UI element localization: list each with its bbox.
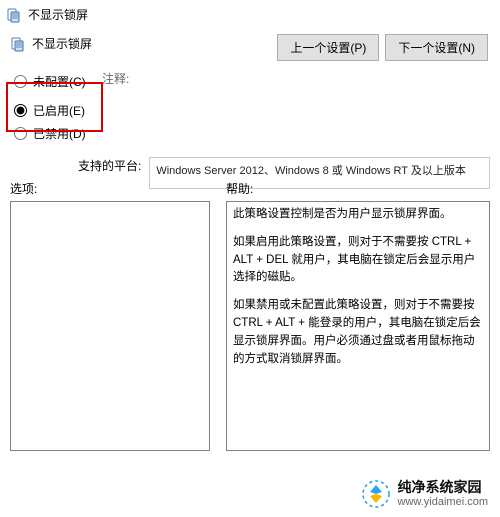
options-label: 选项: xyxy=(10,180,210,197)
state-radiolist: 未配置(C) 已启用(E) 已禁用(D) xyxy=(10,70,490,145)
help-textbox[interactable]: 此策略设置控制是否为用户显示锁屏界面。 如果启用此策略设置，则对于不需要按 CT… xyxy=(226,201,490,451)
help-label: 帮助: xyxy=(226,180,490,197)
options-column: 选项: xyxy=(10,180,218,451)
lower-panels: 选项: 帮助: 此策略设置控制是否为用户显示锁屏界面。 如果启用此策略设置，则对… xyxy=(0,180,500,451)
watermark-name: 纯净系统家园 xyxy=(398,479,488,496)
radio-disabled[interactable]: 已禁用(D) xyxy=(10,122,490,145)
policy-icon xyxy=(6,7,22,23)
inner-title: 不显示锁屏 xyxy=(32,35,92,52)
help-paragraph: 如果启用此策略设置，则对于不需要按 CTRL + ALT + DEL 就用户，其… xyxy=(233,234,483,287)
next-setting-button[interactable]: 下一个设置(N) xyxy=(385,34,488,61)
radio-enabled-label: 已启用(E) xyxy=(33,102,85,119)
radio-not-configured-label: 未配置(C) xyxy=(33,73,86,90)
prev-setting-button[interactable]: 上一个设置(P) xyxy=(277,34,379,61)
options-listbox[interactable] xyxy=(10,201,210,451)
radio-disabled-label: 已禁用(D) xyxy=(33,125,86,142)
window-title: 不显示锁屏 xyxy=(28,6,88,23)
radio-enabled-input[interactable] xyxy=(14,104,27,117)
supported-platform-label: 支持的平台: xyxy=(78,157,141,174)
content-area: 不显示锁屏 上一个设置(P) 下一个设置(N) 注释: 未配置(C) 已启用(E… xyxy=(0,27,500,189)
watermark: 纯净系统家园 www.yidaimei.com xyxy=(358,477,492,511)
radio-not-configured-input[interactable] xyxy=(14,75,27,88)
watermark-logo-icon xyxy=(362,480,390,508)
radio-not-configured[interactable]: 未配置(C) xyxy=(10,70,490,93)
help-column: 帮助: 此策略设置控制是否为用户显示锁屏界面。 如果启用此策略设置，则对于不需要… xyxy=(218,180,490,451)
help-paragraph: 如果禁用或未配置此策略设置，则对于不需要按 CTRL + ALT + 能登录的用… xyxy=(233,297,483,368)
watermark-url: www.yidaimei.com xyxy=(398,496,488,509)
policy-icon xyxy=(10,36,26,52)
config-area: 注释: 未配置(C) 已启用(E) 已禁用(D) xyxy=(10,70,490,145)
comment-label: 注释: xyxy=(102,70,129,87)
window-titlebar: 不显示锁屏 xyxy=(0,0,500,26)
nav-buttons: 上一个设置(P) 下一个设置(N) xyxy=(277,34,488,61)
watermark-text: 纯净系统家园 www.yidaimei.com xyxy=(398,479,488,509)
radio-enabled[interactable]: 已启用(E) xyxy=(10,99,490,122)
help-paragraph: 此策略设置控制是否为用户显示锁屏界面。 xyxy=(233,206,483,224)
radio-disabled-input[interactable] xyxy=(14,127,27,140)
